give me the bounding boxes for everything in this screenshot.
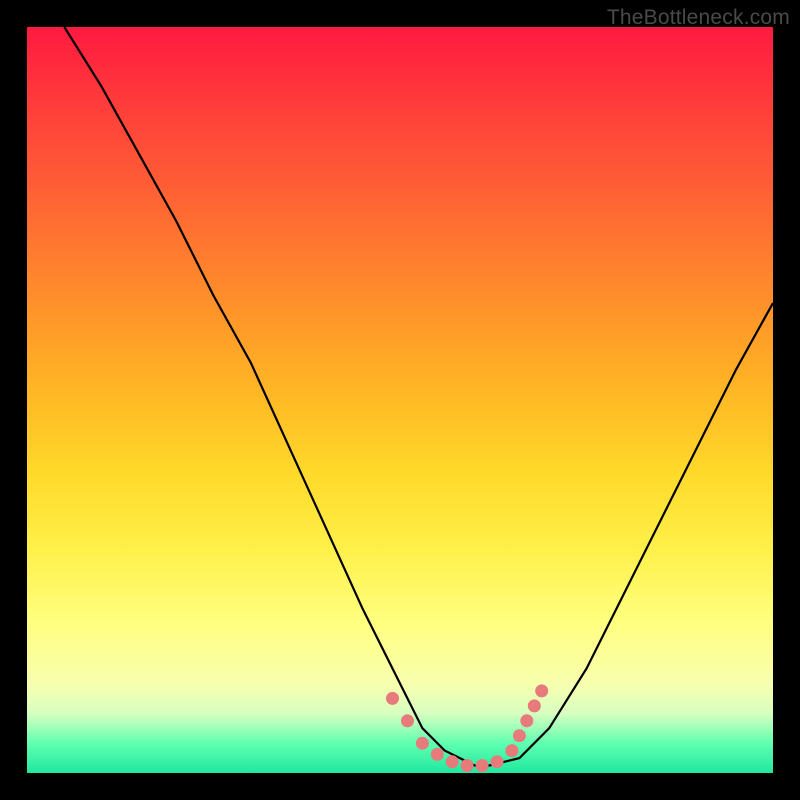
curve-dot — [513, 729, 526, 742]
bottleneck-curve — [64, 27, 773, 766]
chart-svg — [27, 27, 773, 773]
curve-dots-group — [386, 684, 548, 772]
curve-dot — [386, 692, 399, 705]
curve-dot — [491, 755, 504, 768]
curve-dot — [535, 684, 548, 697]
curve-dot — [416, 737, 429, 750]
curve-dot — [461, 759, 474, 772]
curve-dot — [520, 714, 533, 727]
curve-dot — [476, 759, 489, 772]
curve-dot — [505, 744, 518, 757]
curve-dot — [528, 699, 541, 712]
watermark-text: TheBottleneck.com — [607, 6, 790, 30]
curve-dot — [446, 755, 459, 768]
curve-dot — [401, 714, 414, 727]
curve-dot — [431, 748, 444, 761]
chart-plot-area — [27, 27, 773, 773]
